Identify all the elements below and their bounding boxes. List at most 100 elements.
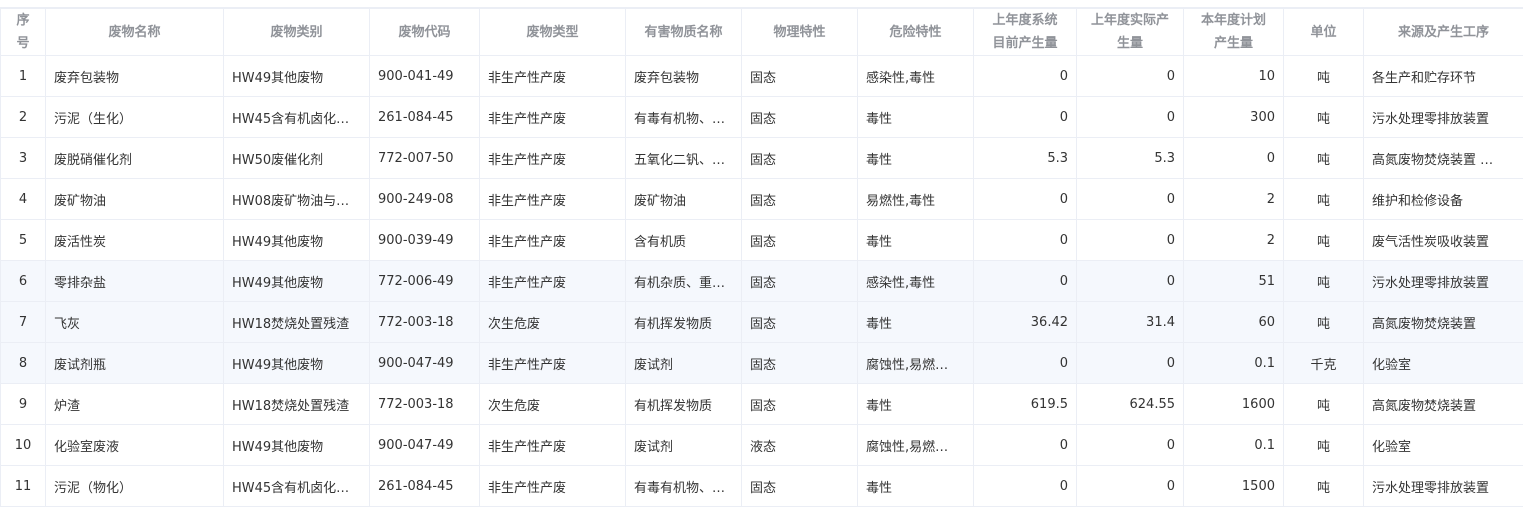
- col-header-waste-name[interactable]: 废物名称: [45, 8, 224, 56]
- col-header-waste-category[interactable]: 废物类别: [223, 8, 370, 56]
- cell-source-process: 高氮废物焚烧装置 …: [1363, 137, 1523, 179]
- cell-last-year-actual-amount: 5.3: [1076, 137, 1184, 179]
- cell-source-process: 化验室: [1363, 424, 1523, 466]
- cell-waste-type: 非生产性产废: [479, 424, 626, 466]
- cell-waste-type: 非生产性产废: [479, 96, 626, 138]
- cell-index: 10: [0, 424, 46, 466]
- cell-last-year-actual-amount: 0: [1076, 465, 1184, 507]
- cell-unit: 吨: [1283, 178, 1364, 220]
- cell-this-year-plan-amount: 2: [1183, 219, 1284, 261]
- table-row[interactable]: 5 废活性炭 HW49其他废物 900-039-49 非生产性产废 含有机质 固态 毒性 0 0 2…: [0, 219, 1523, 261]
- cell-unit: 千克: [1283, 342, 1364, 384]
- cell-hazardous-substance: 五氧化二钒、…: [625, 137, 742, 179]
- cell-hazard-property: 毒性: [857, 383, 974, 425]
- cell-last-year-system-amount: 0: [973, 219, 1077, 261]
- cell-hazard-property: 感染性,毒性: [857, 55, 974, 97]
- table-row[interactable]: 3 废脱硝催化剂 HW50废催化剂 772-007-50 非生产性产废 五氧化二钒、… 固态…: [0, 137, 1523, 179]
- col-header-last-year-actual-amount[interactable]: 上年度实际产 生量: [1076, 8, 1184, 56]
- cell-last-year-actual-amount: 0: [1076, 219, 1184, 261]
- cell-physical-property: 固态: [741, 178, 858, 220]
- cell-waste-category: HW45含有机卤化…: [223, 96, 370, 138]
- cell-waste-code: 900-249-08: [369, 178, 480, 220]
- cell-index: 6: [0, 260, 46, 302]
- cell-waste-name: 废脱硝催化剂: [45, 137, 224, 179]
- cell-this-year-plan-amount: 10: [1183, 55, 1284, 97]
- cell-index: 9: [0, 383, 46, 425]
- col-header-last-year-system-amount[interactable]: 上年度系统 目前产生量: [973, 8, 1077, 56]
- cell-waste-code: 900-039-49: [369, 219, 480, 261]
- table-row[interactable]: 11 污泥（物化） HW45含有机卤化… 261-084-45 非生产性产废 有毒有机物、…: [0, 465, 1523, 507]
- cell-physical-property: 固态: [741, 383, 858, 425]
- col-header-index[interactable]: 序 号: [0, 8, 46, 56]
- cell-this-year-plan-amount: 51: [1183, 260, 1284, 302]
- col-header-physical-property[interactable]: 物理特性: [741, 8, 858, 56]
- cell-index: 4: [0, 178, 46, 220]
- cell-this-year-plan-amount: 0.1: [1183, 424, 1284, 466]
- cell-waste-type: 非生产性产废: [479, 260, 626, 302]
- cell-physical-property: 固态: [741, 219, 858, 261]
- cell-unit: 吨: [1283, 301, 1364, 343]
- cell-waste-category: HW49其他废物: [223, 55, 370, 97]
- cell-hazardous-substance: 废矿物油: [625, 178, 742, 220]
- cell-this-year-plan-amount: 0.1: [1183, 342, 1284, 384]
- cell-unit: 吨: [1283, 219, 1364, 261]
- cell-waste-code: 900-041-49: [369, 55, 480, 97]
- cell-hazardous-substance: 废弃包装物: [625, 55, 742, 97]
- cell-source-process: 高氮废物焚烧装置: [1363, 383, 1523, 425]
- cell-hazardous-substance: 废试剂: [625, 342, 742, 384]
- cell-waste-type: 非生产性产废: [479, 178, 626, 220]
- table-row[interactable]: 9 炉渣 HW18焚烧处置残渣 772-003-18 次生危废 有机挥发物质 固态 毒性 619…: [0, 383, 1523, 425]
- table-row[interactable]: 4 废矿物油 HW08废矿物油与… 900-249-08 非生产性产废 废矿物油 固态 易燃性…: [0, 178, 1523, 220]
- cell-this-year-plan-amount: 1600: [1183, 383, 1284, 425]
- table-row[interactable]: 8 废试剂瓶 HW49其他废物 900-047-49 非生产性产废 废试剂 固态 腐蚀性,易燃…: [0, 342, 1523, 384]
- cell-waste-code: 900-047-49: [369, 342, 480, 384]
- table-row[interactable]: 7 飞灰 HW18焚烧处置残渣 772-003-18 次生危废 有机挥发物质 固态 毒性 36.…: [0, 301, 1523, 343]
- cell-this-year-plan-amount: 60: [1183, 301, 1284, 343]
- col-header-hazardous-substance[interactable]: 有害物质名称: [625, 8, 742, 56]
- col-header-waste-code[interactable]: 废物代码: [369, 8, 480, 56]
- cell-index: 8: [0, 342, 46, 384]
- hazardous-waste-table: 序 号 废物名称 废物类别 废物代码 废物类型 有害物质名称 物理特性 危险特性…: [0, 8, 1523, 507]
- cell-hazardous-substance: 废试剂: [625, 424, 742, 466]
- table-row[interactable]: 10 化验室废液 HW49其他废物 900-047-49 非生产性产废 废试剂 液态 腐蚀性,…: [0, 424, 1523, 466]
- cell-index: 1: [0, 55, 46, 97]
- cell-waste-code: 772-003-18: [369, 383, 480, 425]
- table-row[interactable]: 2 污泥（生化） HW45含有机卤化… 261-084-45 非生产性产废 有毒有机物、……: [0, 96, 1523, 138]
- table-row[interactable]: 1 废弃包装物 HW49其他废物 900-041-49 非生产性产废 废弃包装物 固态 感染性…: [0, 55, 1523, 97]
- cell-source-process: 污水处理零排放装置: [1363, 260, 1523, 302]
- cell-waste-name: 废活性炭: [45, 219, 224, 261]
- col-header-source-process[interactable]: 来源及产生工序: [1363, 8, 1523, 56]
- cell-last-year-system-amount: 36.42: [973, 301, 1077, 343]
- cell-hazardous-substance: 有毒有机物、…: [625, 96, 742, 138]
- table-top-border: [0, 0, 1523, 8]
- cell-waste-category: HW49其他废物: [223, 260, 370, 302]
- cell-index: 2: [0, 96, 46, 138]
- cell-waste-code: 772-003-18: [369, 301, 480, 343]
- cell-waste-type: 非生产性产废: [479, 137, 626, 179]
- cell-waste-name: 飞灰: [45, 301, 224, 343]
- cell-hazard-property: 毒性: [857, 301, 974, 343]
- col-header-hazard-property[interactable]: 危险特性: [857, 8, 974, 56]
- table-body: 1 废弃包装物 HW49其他废物 900-041-49 非生产性产废 废弃包装物 固态 感染性…: [0, 55, 1523, 507]
- cell-last-year-system-amount: 619.5: [973, 383, 1077, 425]
- col-header-waste-type[interactable]: 废物类型: [479, 8, 626, 56]
- cell-unit: 吨: [1283, 383, 1364, 425]
- cell-last-year-system-amount: 0: [973, 178, 1077, 220]
- cell-waste-name: 废矿物油: [45, 178, 224, 220]
- col-header-unit[interactable]: 单位: [1283, 8, 1364, 56]
- cell-waste-name: 零排杂盐: [45, 260, 224, 302]
- cell-last-year-system-amount: 0: [973, 465, 1077, 507]
- table-row[interactable]: 6 零排杂盐 HW49其他废物 772-006-49 非生产性产废 有机杂质、重… 固态 感染…: [0, 260, 1523, 302]
- cell-unit: 吨: [1283, 465, 1364, 507]
- header-row: 序 号 废物名称 废物类别 废物代码 废物类型 有害物质名称 物理特性 危险特性…: [0, 8, 1523, 56]
- cell-source-process: 各生产和贮存环节: [1363, 55, 1523, 97]
- cell-hazardous-substance: 有机挥发物质: [625, 383, 742, 425]
- cell-waste-type: 次生危废: [479, 383, 626, 425]
- cell-last-year-actual-amount: 0: [1076, 96, 1184, 138]
- col-header-this-year-plan-amount[interactable]: 本年度计划 产生量: [1183, 8, 1284, 56]
- cell-waste-category: HW49其他废物: [223, 342, 370, 384]
- cell-waste-category: HW49其他废物: [223, 424, 370, 466]
- cell-waste-name: 炉渣: [45, 383, 224, 425]
- cell-this-year-plan-amount: 300: [1183, 96, 1284, 138]
- cell-physical-property: 固态: [741, 465, 858, 507]
